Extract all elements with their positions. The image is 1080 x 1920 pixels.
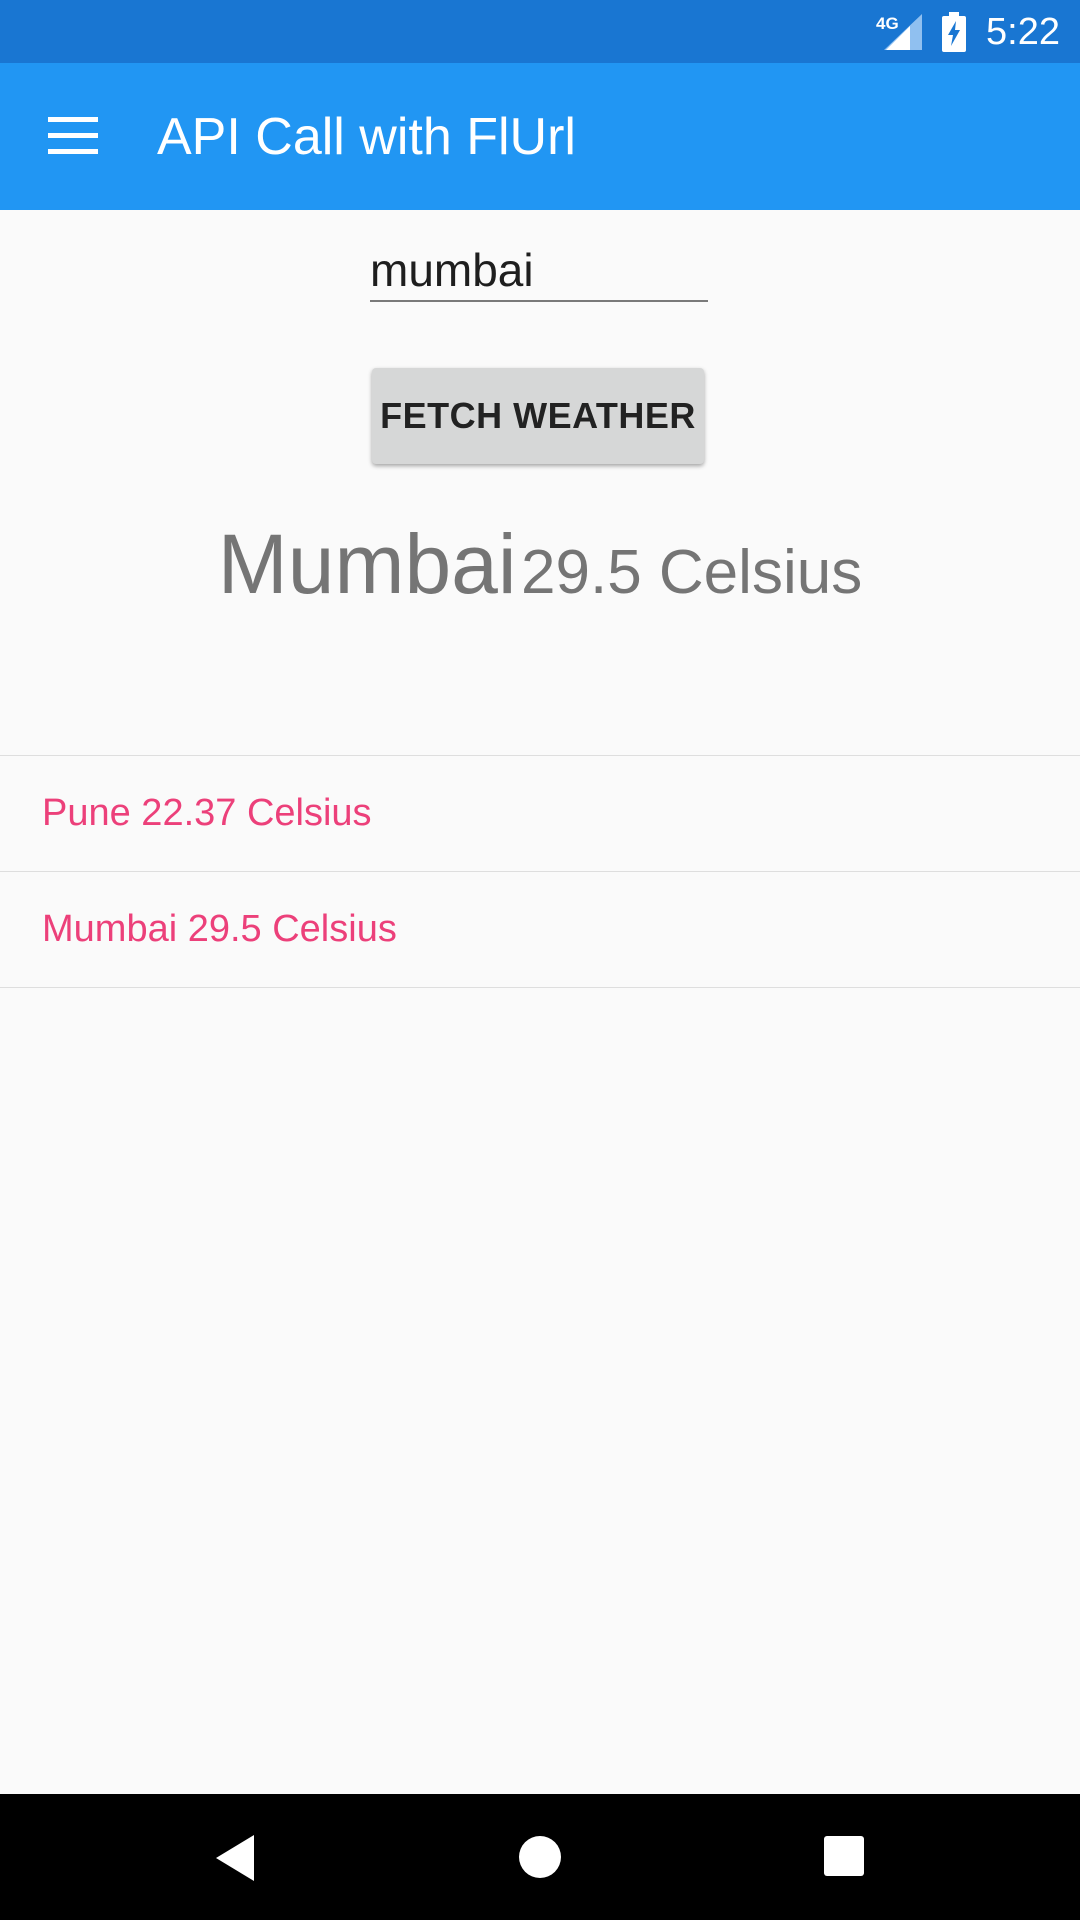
result-city: Mumbai — [217, 517, 517, 611]
list-item[interactable]: Mumbai 29.5 Celsius — [0, 872, 1080, 988]
clock: 5:22 — [986, 11, 1060, 53]
weather-history-list: Pune 22.37 Celsius Mumbai 29.5 Celsius — [0, 755, 1080, 988]
home-circle-icon[interactable] — [518, 1835, 562, 1879]
fetch-weather-button[interactable]: FETCH WEATHER — [372, 368, 704, 464]
hamburger-menu-icon[interactable] — [48, 117, 98, 155]
recents-square-icon[interactable] — [823, 1835, 865, 1877]
app-bar: API Call with FlUrl — [0, 63, 1080, 210]
status-bar: 4G 5:22 — [0, 0, 1080, 63]
list-item[interactable]: Pune 22.37 Celsius — [0, 756, 1080, 872]
navigation-bar — [0, 1794, 1080, 1920]
battery-charging-icon — [942, 12, 966, 52]
weather-result: Mumbai 29.5 Celsius — [0, 518, 1080, 619]
back-triangle-icon[interactable] — [216, 1835, 256, 1881]
cell-signal-icon — [884, 14, 922, 50]
result-temperature: 29.5 Celsius — [521, 538, 863, 607]
app-title: API Call with FlUrl — [157, 108, 576, 166]
city-search-input[interactable]: mumbai — [370, 242, 708, 302]
